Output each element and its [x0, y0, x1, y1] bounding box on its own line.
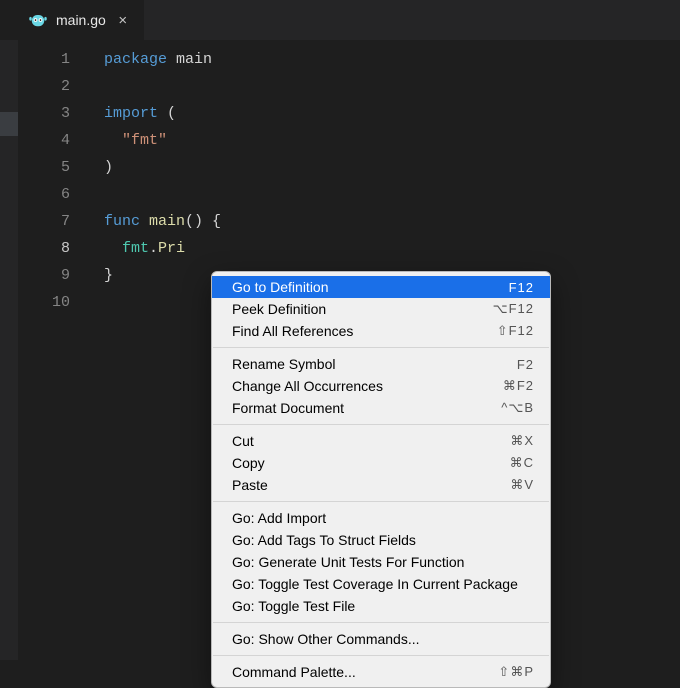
- side-rail: [0, 40, 18, 660]
- outline-marker: [0, 112, 18, 136]
- context-menu-item[interactable]: Go: Add Import: [212, 507, 550, 529]
- context-menu-item-shortcut: ⌘C: [510, 455, 534, 471]
- line-number: 7: [18, 208, 94, 235]
- code-token: func: [104, 213, 140, 230]
- context-menu-item[interactable]: Rename Symbol F2: [212, 353, 550, 375]
- context-menu-separator: [213, 347, 549, 348]
- tab-bar: main.go ×: [18, 0, 680, 40]
- context-menu-separator: [213, 501, 549, 502]
- context-menu-item-label: Command Palette...: [232, 664, 356, 680]
- code-line[interactable]: import (: [104, 100, 680, 127]
- code-line[interactable]: [104, 181, 680, 208]
- code-token: fmt: [122, 240, 149, 257]
- line-number: 2: [18, 73, 94, 100]
- tab-main-go[interactable]: main.go ×: [18, 0, 144, 40]
- context-menu-item[interactable]: Go: Add Tags To Struct Fields: [212, 529, 550, 551]
- context-menu-item-shortcut: ⌘X: [510, 433, 534, 449]
- context-menu-item-label: Go: Toggle Test Coverage In Current Pack…: [232, 576, 518, 592]
- context-menu-item[interactable]: Go: Toggle Test File: [212, 595, 550, 617]
- line-number: 8: [18, 235, 94, 262]
- context-menu-item[interactable]: Go: Toggle Test Coverage In Current Pack…: [212, 573, 550, 595]
- context-menu-separator: [213, 424, 549, 425]
- context-menu-item[interactable]: Go: Show Other Commands...: [212, 628, 550, 650]
- context-menu-separator: [213, 622, 549, 623]
- context-menu-item-shortcut: ^⌥B: [501, 400, 534, 416]
- tab-label: main.go: [56, 12, 106, 28]
- context-menu-item[interactable]: Find All References ⇧F12: [212, 320, 550, 342]
- line-number: 10: [18, 289, 94, 316]
- code-token: [167, 51, 176, 68]
- code-line[interactable]: fmt.Pri: [104, 235, 680, 262]
- context-menu-item-shortcut: F12: [509, 280, 534, 295]
- line-number: 4: [18, 127, 94, 154]
- context-menu-item-label: Go: Add Import: [232, 510, 326, 526]
- code-token: Pri: [158, 240, 185, 257]
- code-line[interactable]: [104, 73, 680, 100]
- context-menu-item-shortcut: ⇧F12: [497, 323, 534, 339]
- context-menu-item-label: Change All Occurrences: [232, 378, 383, 394]
- code-token: package: [104, 51, 167, 68]
- code-line[interactable]: ): [104, 154, 680, 181]
- code-token: ): [104, 159, 113, 176]
- context-menu-item-label: Go to Definition: [232, 279, 329, 295]
- context-menu-item-label: Go: Toggle Test File: [232, 598, 355, 614]
- code-token: main: [149, 213, 185, 230]
- context-menu-item[interactable]: Cut ⌘X: [212, 430, 550, 452]
- context-menu-item[interactable]: Command Palette... ⇧⌘P: [212, 661, 550, 683]
- context-menu-item[interactable]: Go: Generate Unit Tests For Function: [212, 551, 550, 573]
- context-menu-item[interactable]: Change All Occurrences ⌘F2: [212, 375, 550, 397]
- code-line[interactable]: package main: [104, 46, 680, 73]
- line-number: 6: [18, 181, 94, 208]
- code-line[interactable]: "fmt": [104, 127, 680, 154]
- context-menu-item-label: Go: Show Other Commands...: [232, 631, 420, 647]
- code-token: [104, 132, 122, 149]
- context-menu-item-label: Cut: [232, 433, 254, 449]
- code-token: "fmt": [122, 132, 167, 149]
- context-menu-item-shortcut: ⇧⌘P: [498, 664, 534, 680]
- go-gopher-icon: [28, 10, 48, 30]
- code-token: }: [104, 267, 113, 284]
- context-menu-item-shortcut: ⌥F12: [493, 301, 534, 317]
- context-menu-item-label: Paste: [232, 477, 268, 493]
- context-menu-item[interactable]: Paste ⌘V: [212, 474, 550, 496]
- line-number: 5: [18, 154, 94, 181]
- code-token: main: [176, 51, 212, 68]
- context-menu-item-label: Format Document: [232, 400, 344, 416]
- context-menu-item-label: Rename Symbol: [232, 356, 336, 372]
- line-number: 3: [18, 100, 94, 127]
- context-menu-item-shortcut: ⌘F2: [503, 378, 534, 394]
- line-number: 9: [18, 262, 94, 289]
- context-menu-item[interactable]: Peek Definition ⌥F12: [212, 298, 550, 320]
- context-menu-item-shortcut: ⌘V: [510, 477, 534, 493]
- close-icon[interactable]: ×: [114, 11, 132, 29]
- context-menu-item[interactable]: Format Document ^⌥B: [212, 397, 550, 419]
- context-menu-item-label: Go: Generate Unit Tests For Function: [232, 554, 464, 570]
- context-menu-item[interactable]: Go to Definition F12: [212, 276, 550, 298]
- context-menu-separator: [213, 655, 549, 656]
- context-menu-item-label: Find All References: [232, 323, 353, 339]
- context-menu-item[interactable]: Copy ⌘C: [212, 452, 550, 474]
- code-token: [104, 240, 122, 257]
- code-token: (: [158, 105, 176, 122]
- context-menu-item-label: Copy: [232, 455, 265, 471]
- code-token: .: [149, 240, 158, 257]
- line-number-gutter: 12345678910: [18, 40, 94, 660]
- context-menu-item-shortcut: F2: [517, 357, 534, 372]
- code-token: () {: [185, 213, 221, 230]
- context-menu: Go to Definition F12 Peek Definition ⌥F12 Fi…: [211, 271, 551, 688]
- line-number: 1: [18, 46, 94, 73]
- code-token: import: [104, 105, 158, 122]
- code-line[interactable]: func main() {: [104, 208, 680, 235]
- code-token: [140, 213, 149, 230]
- context-menu-item-label: Peek Definition: [232, 301, 326, 317]
- context-menu-item-label: Go: Add Tags To Struct Fields: [232, 532, 416, 548]
